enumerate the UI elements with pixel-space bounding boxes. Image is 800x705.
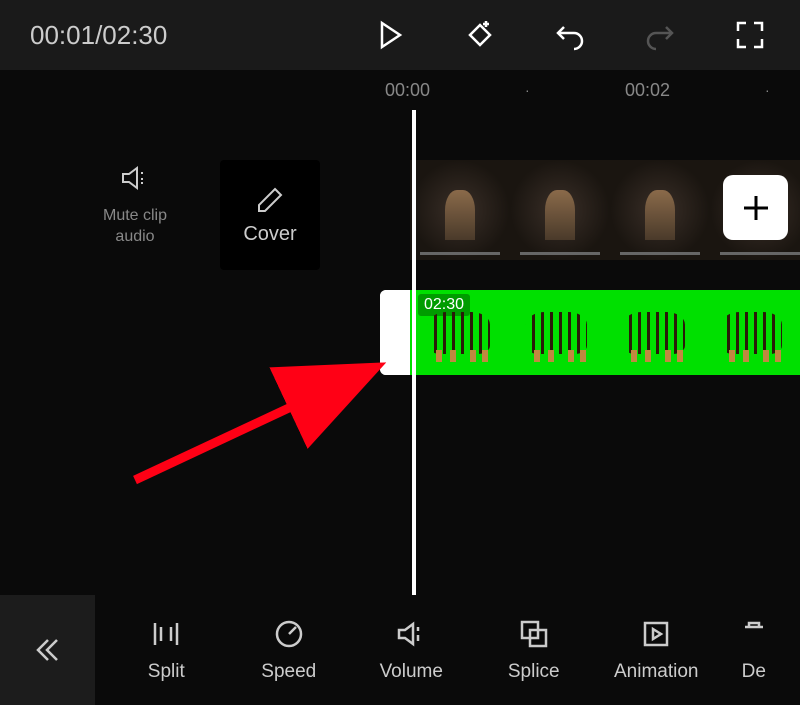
ruler-mark: 00:02 bbox=[625, 80, 670, 101]
tool-label: Speed bbox=[261, 661, 316, 683]
animation-tool[interactable]: Animation bbox=[611, 617, 701, 683]
playback-controls bbox=[370, 15, 770, 55]
volume-icon bbox=[394, 617, 428, 651]
play-button[interactable] bbox=[370, 15, 410, 55]
time-ruler[interactable]: 00:00 · 00:02 · bbox=[370, 70, 800, 110]
green-screen-clip[interactable]: 02:30 bbox=[410, 290, 800, 375]
ruler-tick: · bbox=[525, 82, 530, 98]
split-icon bbox=[149, 617, 183, 651]
tool-label: Split bbox=[148, 661, 185, 683]
playhead[interactable] bbox=[412, 110, 416, 595]
cover-label: Cover bbox=[243, 223, 296, 246]
volume-tool[interactable]: Volume bbox=[366, 617, 456, 683]
edit-tools: Split Speed Volume Splice bbox=[95, 617, 800, 683]
splice-tool[interactable]: Splice bbox=[489, 617, 579, 683]
speaker-mute-icon bbox=[117, 160, 153, 196]
edit-pencil-icon bbox=[255, 185, 285, 215]
play-icon bbox=[374, 19, 406, 51]
speed-icon bbox=[272, 617, 306, 651]
annotation-arrow bbox=[125, 360, 395, 490]
trash-icon bbox=[737, 617, 771, 651]
keyframe-button[interactable] bbox=[460, 15, 500, 55]
animation-icon bbox=[639, 617, 673, 651]
timeline-area: 00:00 · 00:02 · Mute clip audio Cover bbox=[0, 70, 800, 595]
redo-icon bbox=[644, 19, 676, 51]
clip-thumbnail bbox=[526, 312, 588, 354]
video-frame bbox=[510, 160, 610, 260]
redo-button[interactable] bbox=[640, 15, 680, 55]
ruler-tick: · bbox=[765, 82, 770, 98]
add-clip-button[interactable] bbox=[723, 175, 788, 240]
timecode-display: 00:01/02:30 bbox=[30, 20, 167, 51]
clip-thumbnail bbox=[623, 312, 685, 354]
tool-label: Splice bbox=[508, 661, 560, 683]
clip-thumbnail bbox=[428, 312, 490, 354]
video-frame bbox=[410, 160, 510, 260]
back-button[interactable] bbox=[0, 595, 95, 705]
top-toolbar: 00:01/02:30 bbox=[0, 0, 800, 70]
bottom-toolbar: Split Speed Volume Splice bbox=[0, 595, 800, 705]
cover-button[interactable]: Cover bbox=[220, 160, 320, 270]
undo-icon bbox=[554, 19, 586, 51]
undo-button[interactable] bbox=[550, 15, 590, 55]
mute-clip-audio-button[interactable]: Mute clip audio bbox=[90, 160, 180, 248]
split-tool[interactable]: Split bbox=[121, 617, 211, 683]
tool-label: De bbox=[742, 661, 766, 683]
ruler-mark: 00:00 bbox=[385, 80, 430, 101]
keyframe-add-icon bbox=[464, 19, 496, 51]
clip-thumbnail bbox=[721, 312, 783, 354]
tool-label: Animation bbox=[614, 661, 699, 683]
speed-tool[interactable]: Speed bbox=[244, 617, 334, 683]
splice-icon bbox=[517, 617, 551, 651]
tool-label: Volume bbox=[380, 661, 443, 683]
fullscreen-button[interactable] bbox=[730, 15, 770, 55]
chevron-double-left-icon bbox=[33, 635, 63, 665]
plus-icon bbox=[738, 190, 774, 226]
mute-label: Mute clip audio bbox=[90, 206, 180, 248]
fullscreen-icon bbox=[734, 19, 766, 51]
clip-left-controls: Mute clip audio Cover bbox=[90, 160, 320, 270]
delete-tool[interactable]: De bbox=[734, 617, 774, 683]
video-frame bbox=[610, 160, 710, 260]
video-track-2[interactable]: 02:30 bbox=[380, 290, 800, 375]
